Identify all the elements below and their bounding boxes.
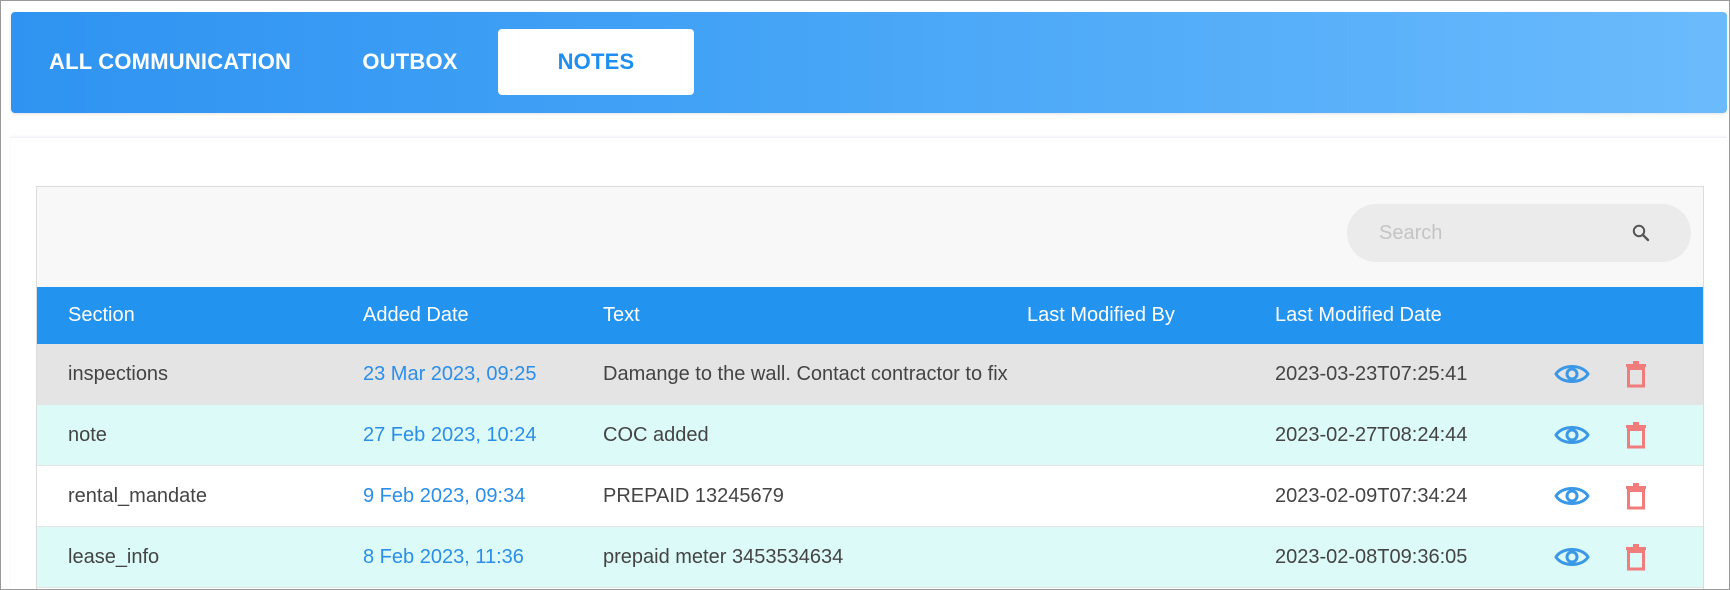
view-button[interactable] [1552, 466, 1592, 526]
column-header-section[interactable]: Section [68, 287, 135, 344]
cell-last-modified-date: 2023-03-23T07:25:41 [1275, 363, 1468, 385]
table-row[interactable]: rental_mandate 9 Feb 2023, 09:34 PREPAID… [37, 466, 1703, 527]
eye-icon [1554, 426, 1590, 444]
search-box [1347, 204, 1691, 262]
column-header-last-modified-date[interactable]: Last Modified Date [1275, 287, 1442, 344]
cell-added-date[interactable]: 27 Feb 2023, 10:24 [363, 405, 536, 465]
search-icon[interactable] [1631, 223, 1651, 243]
cell-section: note [68, 424, 107, 446]
cell-last-modified-date: 2023-02-09T07:34:24 [1275, 485, 1468, 507]
trash-icon [1626, 361, 1646, 388]
delete-button[interactable] [1622, 344, 1650, 404]
column-header-added-date[interactable]: Added Date [363, 287, 469, 344]
trash-icon [1626, 544, 1646, 571]
cell-text: COC added [603, 424, 709, 446]
cell-last-modified-date: 2023-02-27T08:24:44 [1275, 424, 1468, 446]
cell-added-date[interactable]: 9 Feb 2023, 09:34 [363, 466, 525, 526]
cell-text: PREPAID 13245679 [603, 485, 784, 507]
search-input[interactable] [1377, 212, 1621, 254]
delete-button[interactable] [1622, 405, 1650, 465]
table-row[interactable]: lease_info 8 Feb 2023, 11:36 prepaid met… [37, 527, 1703, 588]
notes-table: Section Added Date Text Last Modified By… [36, 186, 1704, 589]
eye-icon [1554, 548, 1590, 566]
eye-icon [1554, 487, 1590, 505]
table-header: Section Added Date Text Last Modified By… [37, 287, 1703, 344]
cell-added-date[interactable]: 23 Mar 2023, 09:25 [363, 344, 536, 404]
tab-notes[interactable]: NOTES [498, 29, 694, 95]
trash-icon [1626, 422, 1646, 449]
cell-added-date[interactable]: 8 Feb 2023, 11:36 [363, 527, 524, 587]
notes-card: Section Added Date Text Last Modified By… [11, 137, 1727, 589]
delete-button[interactable] [1622, 466, 1650, 526]
tab-outbox[interactable]: OUTBOX [329, 29, 491, 95]
delete-button[interactable] [1622, 527, 1650, 587]
tab-all-communication[interactable]: ALL COMMUNICATION [29, 29, 319, 95]
eye-icon [1554, 365, 1590, 383]
tab-bar: ALL COMMUNICATION OUTBOX NOTES [11, 12, 1727, 113]
table-row[interactable]: inspections 23 Mar 2023, 09:25 Damange t… [37, 344, 1703, 405]
cell-section: inspections [68, 363, 169, 385]
cell-last-modified-date: 2023-02-08T09:36:05 [1275, 546, 1468, 568]
view-button[interactable] [1552, 344, 1592, 404]
trash-icon [1626, 483, 1646, 510]
cell-section: rental_mandate [68, 485, 207, 507]
table-toolbar [37, 187, 1703, 287]
table-row[interactable]: note 27 Feb 2023, 10:24 COC added 2023-0… [37, 405, 1703, 466]
cell-text: prepaid meter 3453534634 [603, 546, 844, 568]
column-header-last-modified-by[interactable]: Last Modified By [1027, 287, 1175, 344]
view-button[interactable] [1552, 527, 1592, 587]
view-button[interactable] [1552, 405, 1592, 465]
cell-text: Damange to the wall. Contact contractor … [603, 363, 1008, 385]
app-frame: ALL COMMUNICATION OUTBOX NOTES Section A… [0, 0, 1730, 590]
cell-section: lease_info [68, 546, 160, 568]
column-header-text[interactable]: Text [603, 287, 640, 344]
